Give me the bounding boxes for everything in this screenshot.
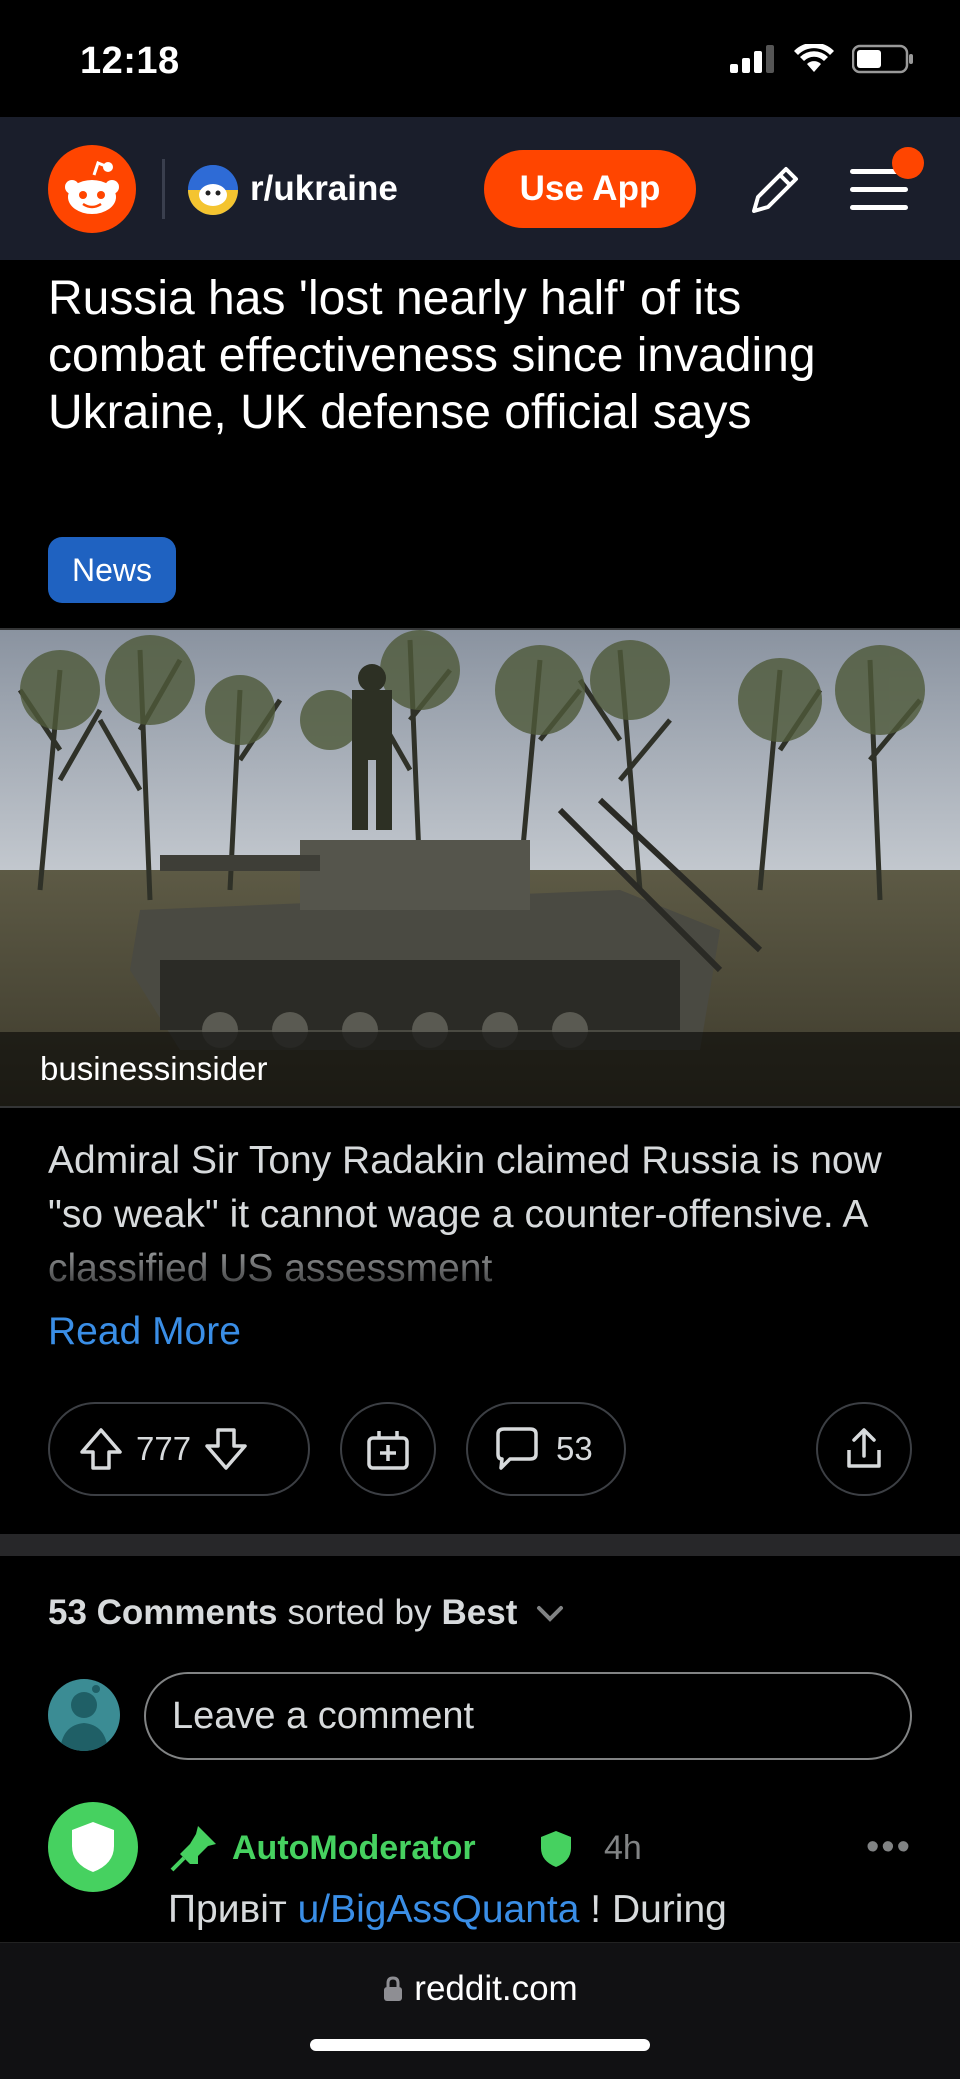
moderator-shield-icon (541, 1831, 571, 1867)
user-avatar[interactable] (48, 1679, 120, 1751)
vote-count: 777 (136, 1430, 192, 1467)
battery-icon (852, 44, 913, 74)
award-button[interactable] (340, 1402, 436, 1496)
status-icons (730, 44, 914, 74)
section-separator (0, 1534, 960, 1556)
share-button[interactable] (816, 1402, 912, 1496)
comments-button[interactable]: 53 (466, 1402, 626, 1496)
site-header: r/ukraine Use App (0, 117, 960, 260)
status-time: 12:18 (80, 40, 180, 82)
home-indicator[interactable] (310, 2039, 650, 2051)
source-domain: businessinsider (40, 1050, 268, 1087)
comment-text-start: Привіт (168, 1888, 298, 1931)
use-app-button[interactable]: Use App (484, 150, 696, 228)
snoo-avatar-icon (60, 1685, 108, 1751)
chevron-down-icon[interactable] (533, 1596, 567, 1630)
wifi-icon (794, 44, 834, 72)
excerpt-fade (0, 1240, 960, 1300)
notification-dot (892, 147, 924, 179)
comment-input[interactable] (144, 1672, 912, 1760)
header-divider (162, 159, 165, 219)
comment-count-label: 53 Comments (48, 1593, 278, 1632)
url-display: reddit.com (0, 1969, 960, 2009)
more-options-icon[interactable]: ••• (866, 1826, 912, 1869)
status-bar: 12:18 (0, 0, 960, 117)
pencil-icon[interactable] (744, 159, 806, 221)
user-mention-link[interactable]: u/BigAssQuanta (298, 1888, 580, 1931)
browser-url-bar[interactable]: reddit.com (0, 1942, 960, 2079)
subreddit-avatar[interactable] (188, 165, 238, 215)
comment-count: 53 (556, 1430, 593, 1467)
share-icon (847, 1428, 881, 1468)
post-thumbnail[interactable]: businessinsider (0, 628, 960, 1108)
read-more-link[interactable]: Read More (48, 1310, 241, 1354)
post-title[interactable]: Russia has 'lost nearly half' of its com… (48, 270, 908, 441)
cellular-signal-icon (730, 45, 774, 73)
comment-sort-control[interactable]: 53 Comments sorted by Best (48, 1593, 567, 1633)
vote-control: 777 (48, 1402, 310, 1496)
comment-author[interactable]: AutoModerator (232, 1829, 476, 1868)
thumbnail-caption: businessinsider (0, 1032, 960, 1106)
sorted-by-label: sorted by (287, 1593, 432, 1632)
comment-body: Привіт u/BigAssQuanta ! During (168, 1888, 727, 1932)
snoo-icon (65, 161, 119, 214)
reddit-logo[interactable] (48, 145, 136, 233)
downvote-icon[interactable] (199, 1422, 253, 1476)
url-domain: reddit.com (414, 1969, 578, 2008)
lock-icon (384, 1976, 403, 2001)
sort-value[interactable]: Best (442, 1593, 518, 1633)
gift-icon (367, 1431, 409, 1470)
post-flair[interactable]: News (48, 537, 177, 603)
subreddit-name[interactable]: r/ukraine (250, 169, 398, 209)
comment-icon (496, 1427, 538, 1470)
comment-text-end: ! During (579, 1888, 727, 1931)
upvote-icon[interactable] (74, 1422, 128, 1476)
comment-time: 4h (604, 1829, 642, 1867)
subreddit-icon (188, 165, 238, 215)
shield-icon (72, 1822, 114, 1872)
automoderator-avatar[interactable] (48, 1802, 138, 1892)
pin-icon (170, 1826, 216, 1872)
